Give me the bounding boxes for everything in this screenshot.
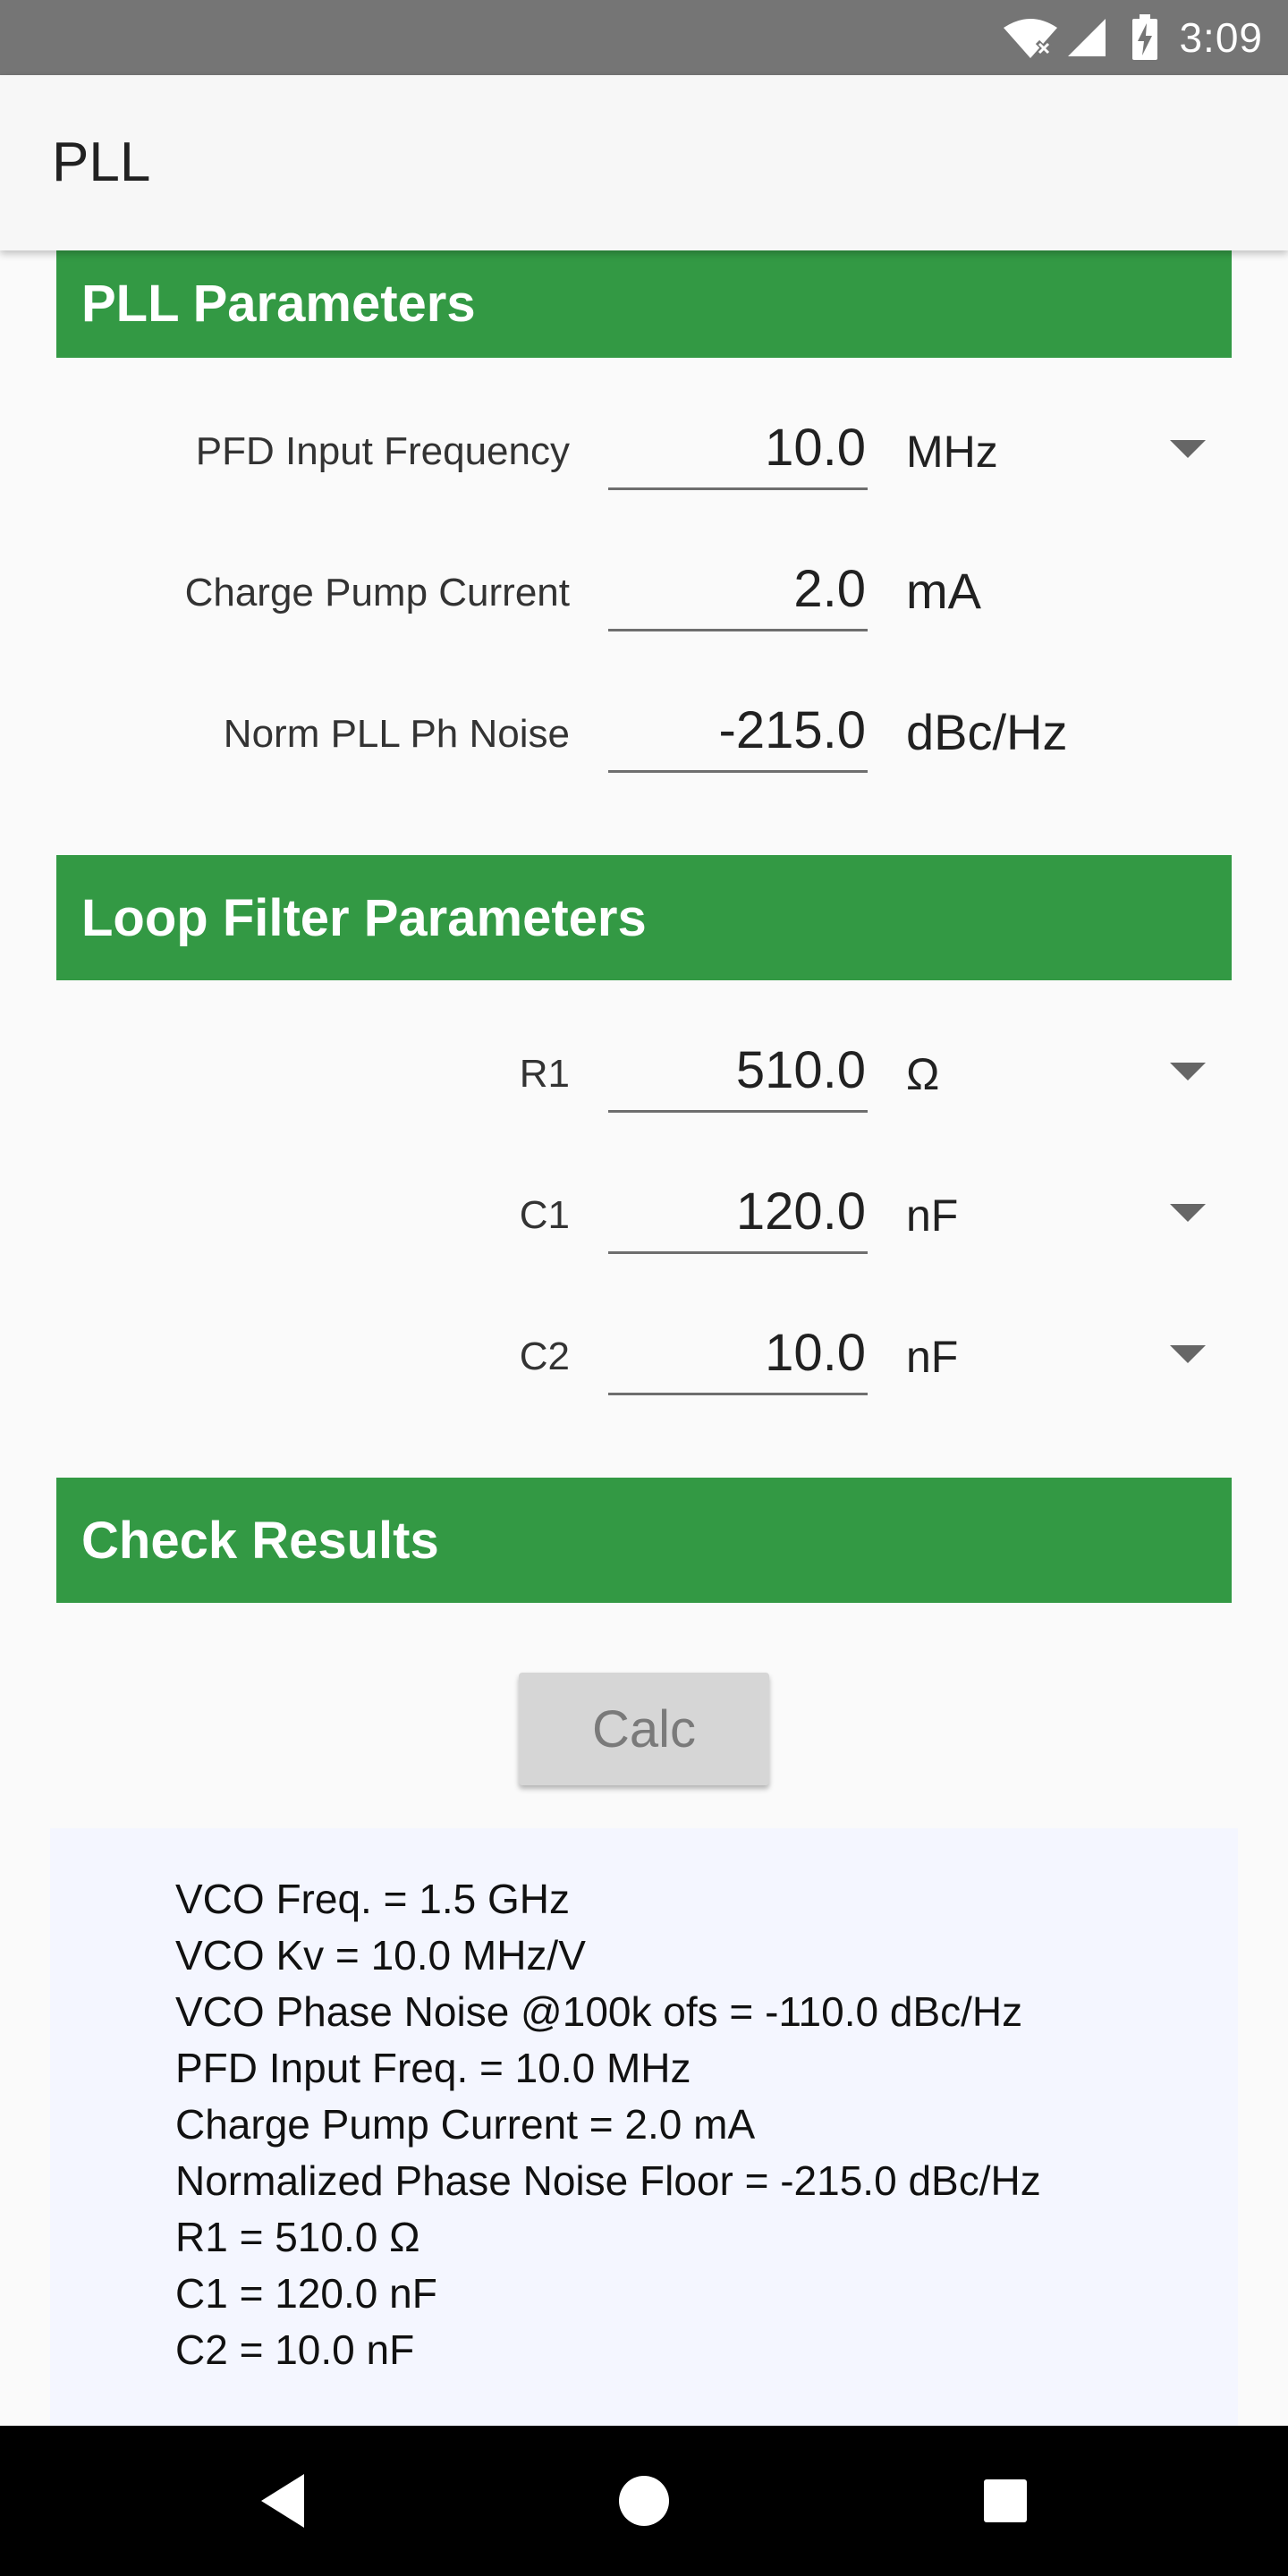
recents-icon (984, 2479, 1027, 2522)
pfd-unit-dropdown[interactable] (1168, 438, 1208, 462)
status-icons: 3:09 (1002, 0, 1263, 75)
navigation-bar (0, 2426, 1288, 2576)
triangle-down-icon (1170, 1345, 1206, 1363)
row-c1: C1 nF (0, 1166, 1288, 1274)
row-pfd-input-frequency: PFD Input Frequency MHz (0, 402, 1288, 510)
c2-unit-dropdown[interactable] (1168, 1343, 1208, 1367)
result-line: VCO Kv = 10.0 MHz/V (175, 1932, 586, 1979)
row-charge-pump-current: Charge Pump Current mA (0, 544, 1288, 651)
charge-pump-current-unit: mA (906, 563, 981, 619)
c2-input[interactable] (608, 1313, 868, 1395)
r1-unit-dropdown[interactable] (1168, 1061, 1208, 1084)
row-r1: R1 Ω (0, 1025, 1288, 1132)
section-header-check-results: Check Results (56, 1478, 1232, 1603)
row-c2: C2 nF (0, 1308, 1288, 1415)
charge-pump-current-input[interactable] (608, 549, 868, 631)
section-header-pll-parameters: PLL Parameters (56, 250, 1232, 358)
pfd-input-frequency-unit: MHz (906, 427, 998, 477)
result-line: VCO Freq. = 1.5 GHz (175, 1876, 570, 1922)
c2-unit: nF (906, 1332, 959, 1382)
result-line: Charge Pump Current = 2.0 mA (175, 2101, 756, 2148)
back-icon (261, 2474, 304, 2528)
recents-button[interactable] (916, 2426, 1095, 2576)
wifi-icon (1002, 15, 1059, 60)
pfd-input-frequency-label: PFD Input Frequency (195, 429, 570, 473)
c1-input[interactable] (608, 1172, 868, 1254)
section-header-loop-filter-parameters: Loop Filter Parameters (56, 855, 1232, 980)
result-line: R1 = 510.0 Ω (175, 2214, 420, 2260)
result-line: PFD Input Freq. = 10.0 MHz (175, 2045, 691, 2091)
app-title: PLL (52, 131, 151, 193)
row-norm-pll-ph-noise: Norm PLL Ph Noise dBc/Hz (0, 685, 1288, 792)
norm-pll-ph-noise-unit: dBc/Hz (906, 704, 1068, 760)
app-bar: PLL (0, 75, 1288, 250)
result-line: C1 = 120.0 nF (175, 2270, 437, 2317)
r1-input[interactable] (608, 1030, 868, 1113)
results-panel: VCO Freq. = 1.5 GHz VCO Kv = 10.0 MHz/V … (50, 1828, 1238, 2426)
triangle-down-icon (1170, 1204, 1206, 1222)
c1-label: C1 (519, 1193, 570, 1237)
status-time: 3:09 (1179, 14, 1263, 61)
triangle-down-icon (1170, 1063, 1206, 1080)
status-bar: 3:09 (0, 0, 1288, 75)
battery-charging-icon (1131, 14, 1159, 61)
charge-pump-current-label: Charge Pump Current (184, 571, 570, 614)
calc-button[interactable]: Calc (519, 1673, 769, 1785)
content-scroll[interactable]: PLL Parameters PFD Input Frequency MHz C… (0, 250, 1288, 2426)
screen: 3:09 PLL PLL Parameters PFD Input Freque… (0, 0, 1288, 2576)
home-icon (619, 2476, 669, 2526)
c2-label: C2 (519, 1335, 570, 1378)
back-button[interactable] (193, 2426, 372, 2576)
home-button[interactable] (555, 2426, 733, 2576)
c1-unit: nF (906, 1191, 959, 1241)
norm-pll-ph-noise-input[interactable] (608, 691, 868, 773)
result-line: Normalized Phase Noise Floor = -215.0 dB… (175, 2157, 1041, 2204)
result-line: VCO Phase Noise @100k ofs = -110.0 dBc/H… (175, 1988, 1023, 2035)
c1-unit-dropdown[interactable] (1168, 1202, 1208, 1225)
r1-unit: Ω (906, 1049, 940, 1099)
norm-pll-ph-noise-label: Norm PLL Ph Noise (223, 712, 570, 756)
signal-icon (1064, 15, 1107, 60)
result-line: C2 = 10.0 nF (175, 2326, 415, 2373)
triangle-down-icon (1170, 440, 1206, 458)
pfd-input-frequency-input[interactable] (608, 408, 868, 490)
r1-label: R1 (519, 1052, 570, 1096)
